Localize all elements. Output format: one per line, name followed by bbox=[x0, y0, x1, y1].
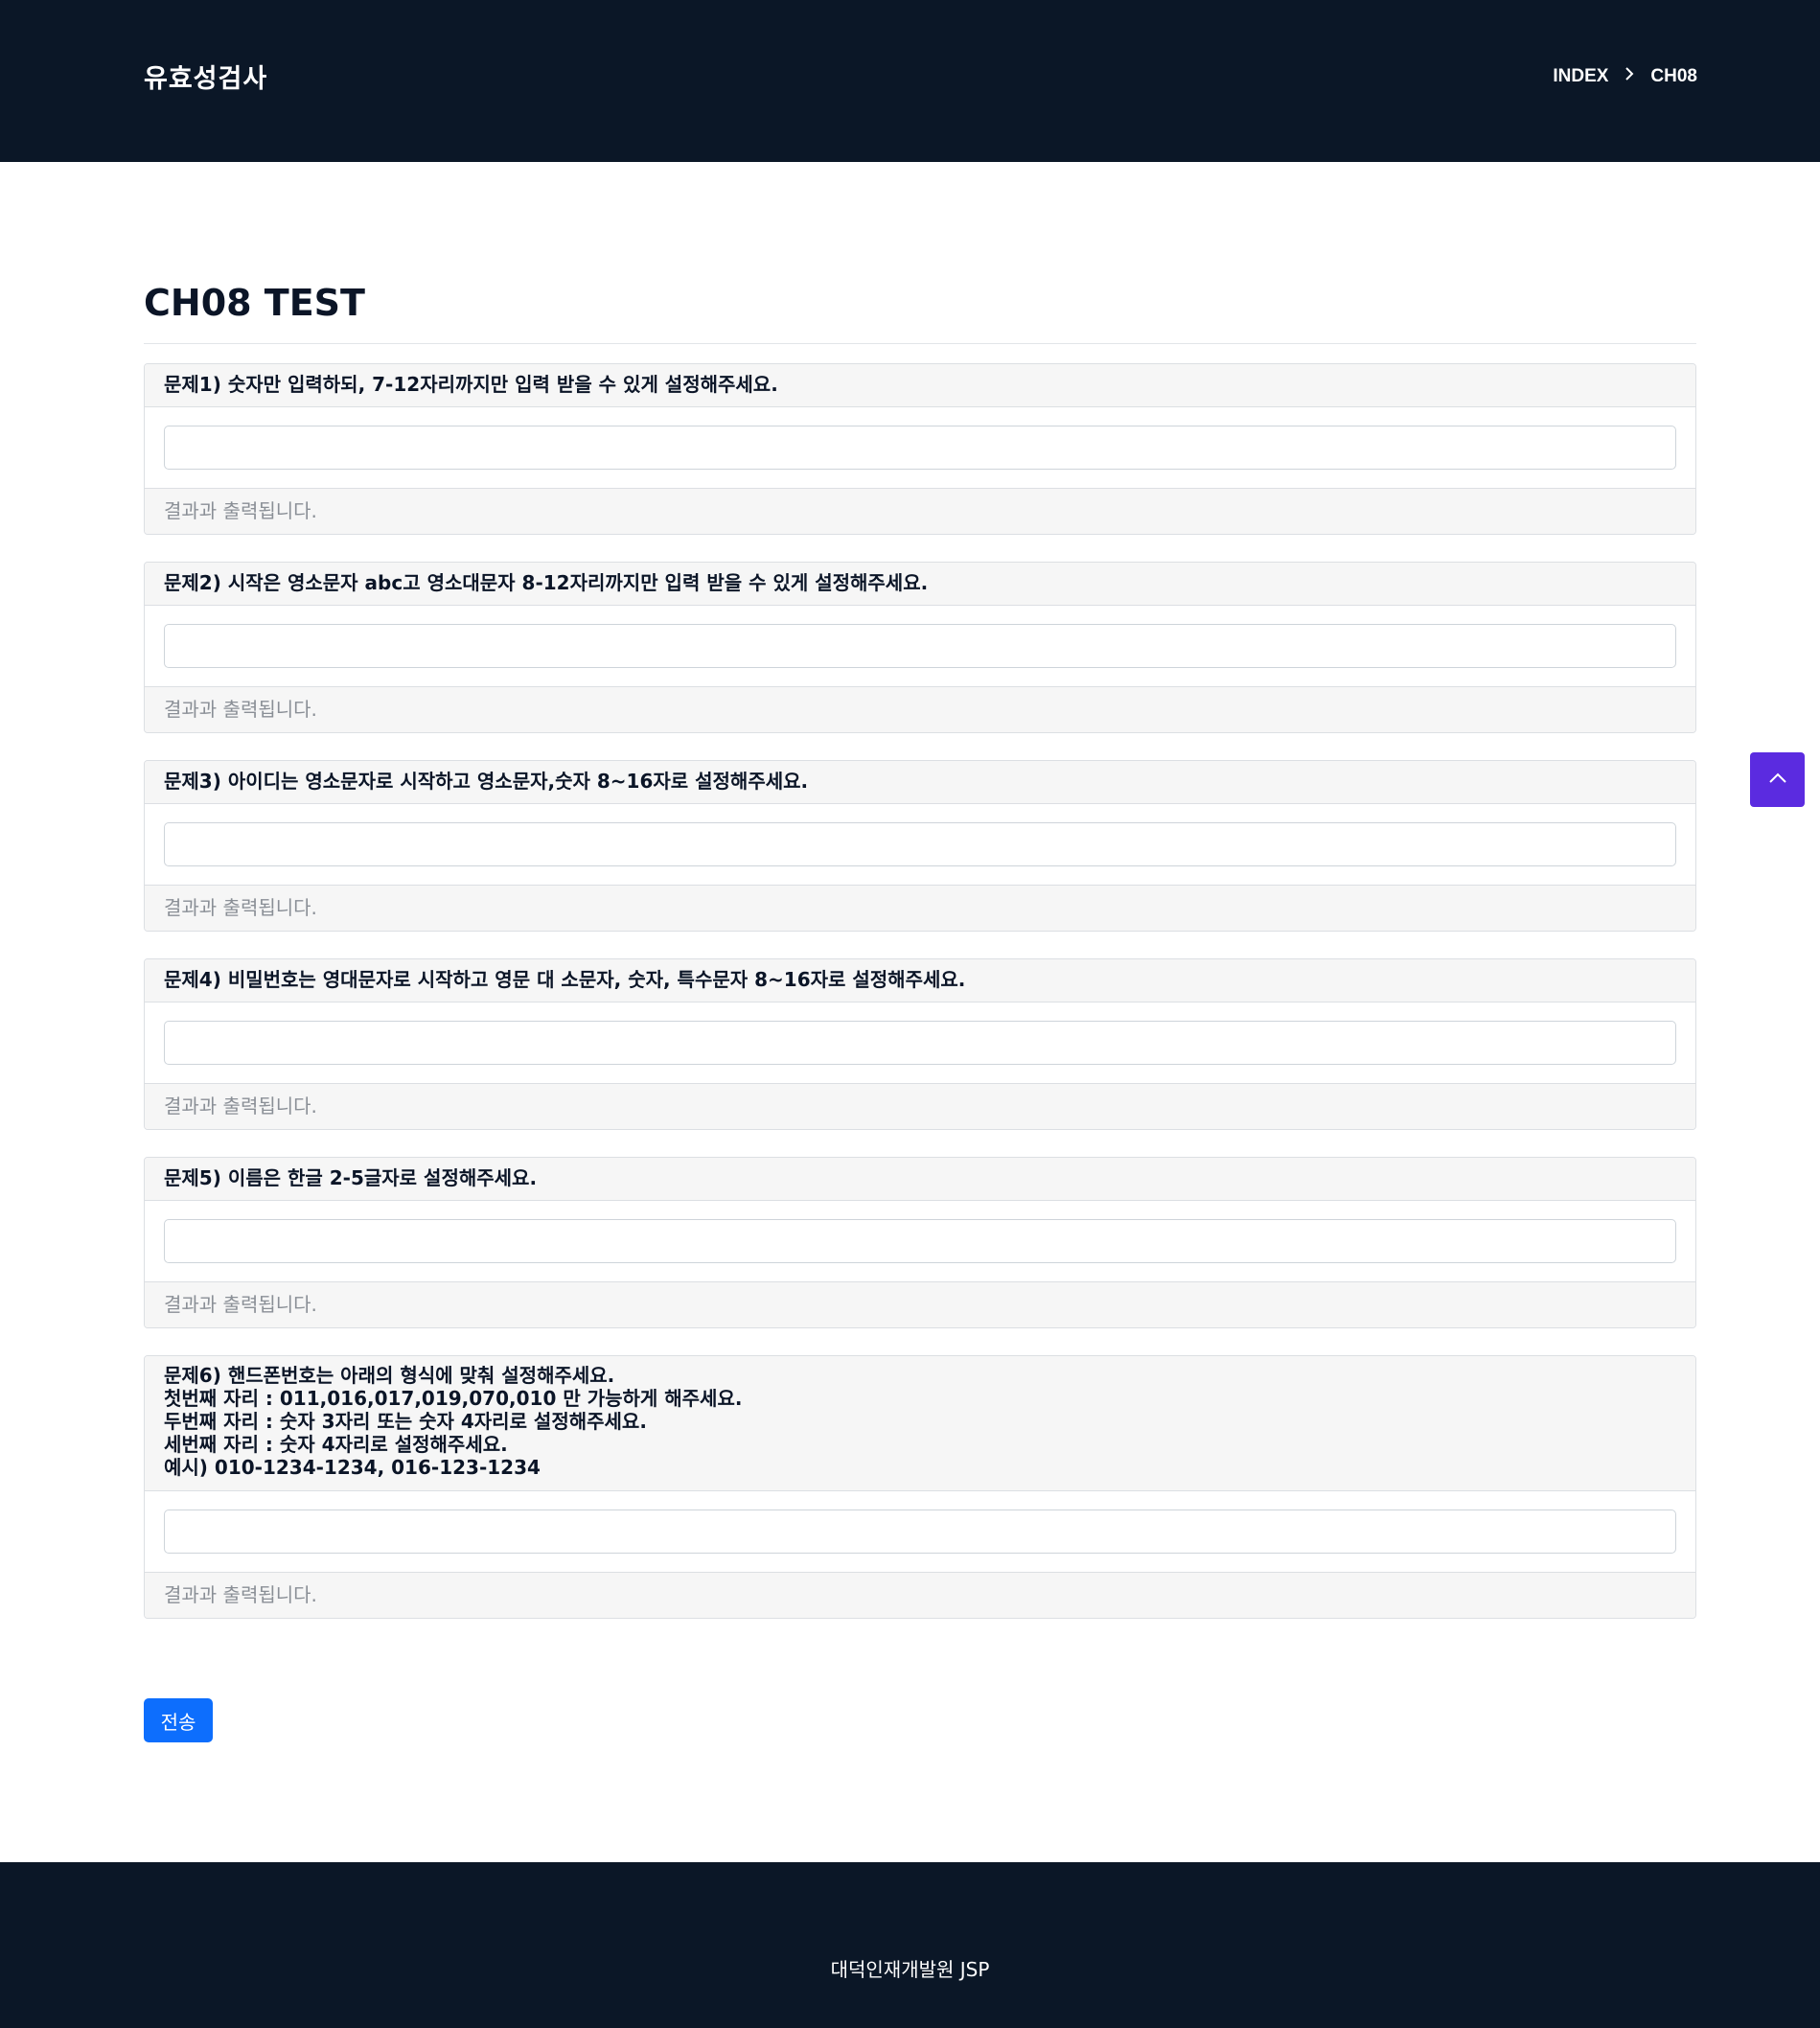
question-card-2: 문제2) 시작은 영소문자 abc고 영소대문자 8-12자리까지만 입력 받을… bbox=[144, 562, 1696, 733]
question-body bbox=[145, 1201, 1695, 1281]
question-card-3: 문제3) 아이디는 영소문자로 시작하고 영소문자,숫자 8~16자로 설정해주… bbox=[144, 760, 1696, 932]
answer-input-4[interactable] bbox=[164, 1021, 1676, 1065]
chevron-up-icon bbox=[1767, 771, 1788, 789]
question-title-line: 세번째 자리 : 숫자 4자리로 설정해주세요. bbox=[164, 1433, 508, 1456]
question-title: 문제4) 비밀번호는 영대문자로 시작하고 영문 대 소문자, 숫자, 특수문자… bbox=[145, 959, 1695, 1002]
page-title: CH08 TEST bbox=[144, 284, 1696, 344]
chevron-right-icon bbox=[1624, 65, 1635, 87]
question-title: 문제3) 아이디는 영소문자로 시작하고 영소문자,숫자 8~16자로 설정해주… bbox=[145, 761, 1695, 804]
breadcrumb-index-link[interactable]: INDEX bbox=[1553, 66, 1608, 87]
result-output-4: 결과과 출력됩니다. bbox=[145, 1083, 1695, 1129]
question-title-line: 문제2) 시작은 영소문자 abc고 영소대문자 8-12자리까지만 입력 받을… bbox=[164, 571, 929, 594]
question-body bbox=[145, 1491, 1695, 1572]
question-body bbox=[145, 606, 1695, 686]
question-card-1: 문제1) 숫자만 입력하되, 7-12자리까지만 입력 받을 수 있게 설정해주… bbox=[144, 363, 1696, 535]
question-title: 문제2) 시작은 영소문자 abc고 영소대문자 8-12자리까지만 입력 받을… bbox=[145, 563, 1695, 606]
answer-input-6[interactable] bbox=[164, 1509, 1676, 1554]
question-title-line: 문제6) 핸드폰번호는 아래의 형식에 맞춰 설정해주세요. bbox=[164, 1364, 615, 1387]
answer-input-2[interactable] bbox=[164, 624, 1676, 668]
footer-text: 대덕인재개발원 JSP bbox=[830, 1958, 990, 1981]
main-content: CH08 TEST 문제1) 숫자만 입력하되, 7-12자리까지만 입력 받을… bbox=[144, 284, 1696, 1619]
result-output-1: 결과과 출력됩니다. bbox=[145, 488, 1695, 534]
site-footer: 대덕인재개발원 JSP bbox=[0, 1862, 1820, 2028]
question-card-4: 문제4) 비밀번호는 영대문자로 시작하고 영문 대 소문자, 숫자, 특수문자… bbox=[144, 958, 1696, 1130]
question-body bbox=[145, 1002, 1695, 1083]
result-output-5: 결과과 출력됩니다. bbox=[145, 1281, 1695, 1327]
question-title: 문제5) 이름은 한글 2-5글자로 설정해주세요. bbox=[145, 1158, 1695, 1201]
result-output-3: 결과과 출력됩니다. bbox=[145, 885, 1695, 931]
scroll-top-button[interactable] bbox=[1750, 752, 1805, 807]
result-output-6: 결과과 출력됩니다. bbox=[145, 1572, 1695, 1618]
question-title-line: 문제5) 이름은 한글 2-5글자로 설정해주세요. bbox=[164, 1166, 538, 1189]
question-body bbox=[145, 407, 1695, 488]
question-title-line: 예시) 010-1234-1234, 016-123-1234 bbox=[164, 1456, 541, 1479]
answer-input-3[interactable] bbox=[164, 822, 1676, 866]
question-title-line: 문제1) 숫자만 입력하되, 7-12자리까지만 입력 받을 수 있게 설정해주… bbox=[164, 373, 778, 396]
question-title: 문제1) 숫자만 입력하되, 7-12자리까지만 입력 받을 수 있게 설정해주… bbox=[145, 364, 1695, 407]
question-card-5: 문제5) 이름은 한글 2-5글자로 설정해주세요. 결과과 출력됩니다. bbox=[144, 1157, 1696, 1328]
breadcrumb: INDEX CH08 bbox=[1553, 65, 1697, 87]
question-title-line: 첫번째 자리 : 011,016,017,019,070,010 만 가능하게 … bbox=[164, 1387, 743, 1410]
breadcrumb-current: CH08 bbox=[1650, 65, 1697, 86]
site-brand[interactable]: 유효성검사 bbox=[144, 58, 267, 95]
answer-input-5[interactable] bbox=[164, 1219, 1676, 1263]
question-title-line: 문제3) 아이디는 영소문자로 시작하고 영소문자,숫자 8~16자로 설정해주… bbox=[164, 770, 809, 793]
submit-button[interactable]: 전송 bbox=[144, 1698, 213, 1742]
question-card-6: 문제6) 핸드폰번호는 아래의 형식에 맞춰 설정해주세요. 첫번째 자리 : … bbox=[144, 1355, 1696, 1619]
site-header: 유효성검사 INDEX CH08 bbox=[0, 0, 1820, 162]
question-title-line: 문제4) 비밀번호는 영대문자로 시작하고 영문 대 소문자, 숫자, 특수문자… bbox=[164, 968, 966, 991]
question-title-line: 두번째 자리 : 숫자 3자리 또는 숫자 4자리로 설정해주세요. bbox=[164, 1410, 647, 1433]
question-title: 문제6) 핸드폰번호는 아래의 형식에 맞춰 설정해주세요. 첫번째 자리 : … bbox=[145, 1356, 1695, 1491]
result-output-2: 결과과 출력됩니다. bbox=[145, 686, 1695, 732]
answer-input-1[interactable] bbox=[164, 426, 1676, 470]
question-body bbox=[145, 804, 1695, 885]
